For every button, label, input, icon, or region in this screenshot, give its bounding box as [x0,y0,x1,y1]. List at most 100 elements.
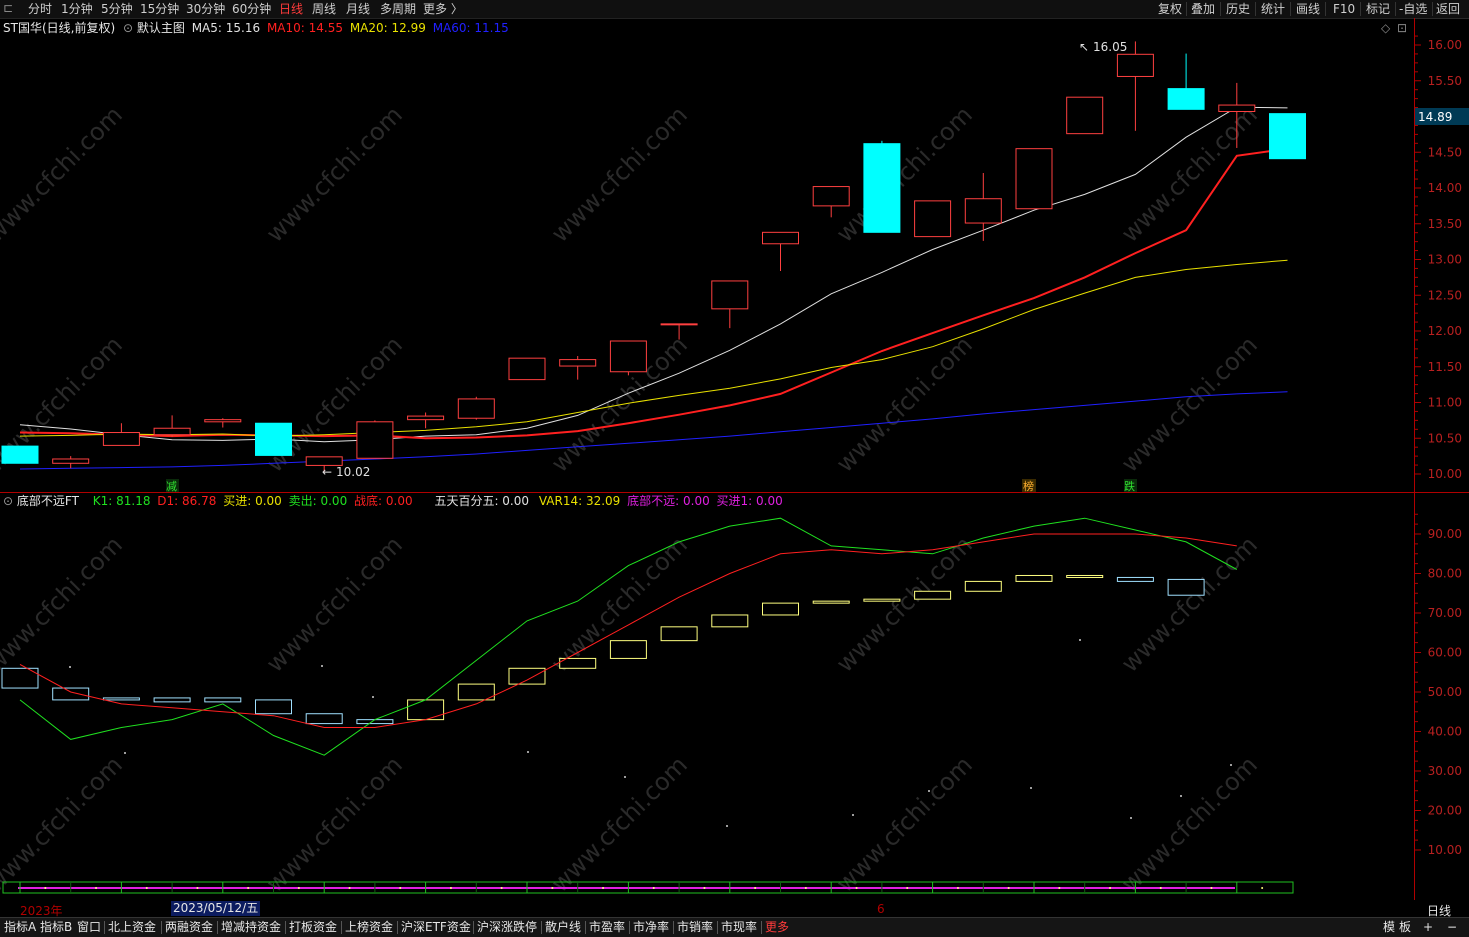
tab-separator [341,921,342,934]
indicator-box [102,697,140,701]
price-tick-label: 11.50 [1428,360,1462,374]
indicator-boxes [1,574,1205,725]
indicator-tick-label: 40.00 [1428,725,1462,739]
ma-line-ma10 [19,147,1288,440]
candle-up [508,357,546,381]
indicator-line-d1 [19,533,1237,728]
signal-strip-dot [1058,887,1061,889]
indicator-box [914,590,952,600]
tab-limit-up-funds[interactable]: 打板资金 [289,919,337,936]
mode-button[interactable]: 模 [1383,919,1395,936]
tab-pe[interactable]: 市盈率 [589,919,625,936]
indicator-box [964,580,1002,592]
signal-strip-dot [602,887,605,889]
tab-separator [761,921,762,934]
tab-window[interactable]: 窗口 [77,919,101,936]
candle-up [660,323,698,326]
candles [1,41,1306,473]
candle-down [1167,88,1205,110]
low-price-value: 10.02 [336,465,370,479]
candle-up [52,458,90,464]
zoom-out-button[interactable]: − [1447,919,1457,936]
candle-up [964,198,1002,224]
tab-separator [285,921,286,934]
watermark-text: www.cfchi.com [1116,751,1263,898]
indicator-dot [527,751,529,753]
tab-etf-funds[interactable]: 沪深ETF资金 [401,919,471,936]
candle-up [1066,96,1104,135]
signal-strip-dot [399,887,402,889]
tab-northbound[interactable]: 北上资金 [108,919,156,936]
price-tick-label: 15.50 [1428,74,1462,88]
tab-indicator-a[interactable]: 指标A [4,919,36,936]
watermark-text: www.cfchi.com [0,531,128,678]
watermark-text: www.cfchi.com [831,531,978,678]
watermark-text: www.cfchi.com [0,101,128,248]
event-tag-list[interactable]: 榜 [1023,479,1034,493]
signal-strip-dot [754,887,757,889]
indicator-box [762,602,799,616]
watermark-text: www.cfchi.com [1116,331,1263,478]
indicator-dot [321,665,323,667]
event-tag-fall[interactable]: 跌 [1124,479,1135,493]
tab-pb[interactable]: 市净率 [633,919,669,936]
price-tick-label: 14.00 [1428,181,1462,195]
indicator-box [1066,574,1104,578]
indicator-box [609,640,647,659]
indicator-box [1015,574,1053,582]
indicator-tick-label: 90.00 [1428,527,1462,541]
indicator-dot [928,790,930,792]
tab-retail-line[interactable]: 散户线 [545,919,581,936]
price-tick-label: 10.50 [1428,431,1462,445]
indicator-lines [19,517,1238,756]
indicator-box [52,687,90,701]
kline-chart[interactable]: www.cfchi.com www.cfchi.com www.cfchi.com w… [0,0,1469,901]
indicator-box [356,719,394,725]
signal-strip-dot [652,887,655,889]
tab-more[interactable]: 更多 [765,919,789,936]
price-tick-label: 12.00 [1428,324,1462,338]
signal-strip-dot [145,887,148,889]
candle-up [356,421,394,459]
candle-up [102,432,140,446]
tab-margin[interactable]: 两融资金 [165,919,213,936]
indicator-box [153,697,191,703]
tab-limit-stats[interactable]: 沪深涨跌停 [477,919,537,936]
bottom-tab-bar: 指标A 指标B 窗口 北上资金 两融资金 增减持资金 打板资金 上榜资金 沪深E… [0,917,1469,937]
tab-separator [104,921,105,934]
candle-down [1,445,39,464]
board-button[interactable]: 板 [1399,919,1411,936]
signal-strip-dot [44,887,47,889]
signal-strip-dot [551,887,554,889]
tab-holding-change[interactable]: 增减持资金 [221,919,281,936]
watermark-layer: www.cfchi.com www.cfchi.com www.cfchi.com w… [0,101,1263,898]
candle-down [255,422,292,456]
tab-separator [717,921,718,934]
watermark-text: www.cfchi.com [546,101,693,248]
signal-strip-dot [804,887,807,889]
tab-billboard-funds[interactable]: 上榜资金 [345,919,393,936]
tab-pcf[interactable]: 市现率 [721,919,757,936]
watermark-text: www.cfchi.com [0,751,128,898]
signal-strip-dot [703,887,706,889]
candle-up [914,200,952,238]
ma-line-ma20 [19,259,1288,437]
signal-strip-dot [297,887,300,889]
signal-strip-dot [95,887,98,889]
event-tag-reduce[interactable]: 减 [166,480,177,493]
watermark-text: www.cfchi.com [261,751,408,898]
zoom-in-button[interactable]: + [1423,919,1433,936]
tab-indicator-b[interactable]: 指标B [40,919,72,936]
high-price-marker: ↖ [1079,40,1089,54]
indicator-tick-label: 60.00 [1428,646,1462,660]
indicator-box [711,614,749,628]
signal-strip-dot [449,887,452,889]
tab-separator [217,921,218,934]
candle-up [153,427,191,436]
tab-ps[interactable]: 市销率 [677,919,713,936]
price-tick-label: 10.00 [1428,467,1462,481]
indicator-tick-label: 20.00 [1428,804,1462,818]
price-tick-label: 11.00 [1428,396,1462,410]
indicator-tick-label: 10.00 [1428,843,1462,857]
candle-up [1116,53,1154,77]
